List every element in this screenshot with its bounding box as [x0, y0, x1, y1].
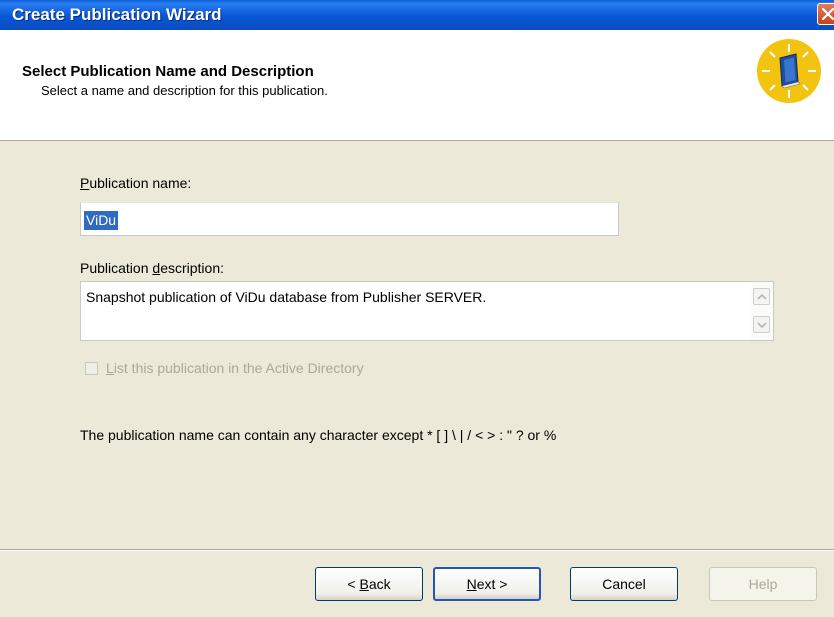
window-title: Create Publication Wizard	[12, 5, 222, 24]
description-scrollbar[interactable]	[751, 282, 773, 340]
footer-divider	[0, 549, 834, 551]
title-bar: Create Publication Wizard	[0, 0, 834, 30]
publication-name-value: ViDu	[84, 211, 119, 230]
chevron-down-icon	[757, 322, 767, 329]
active-directory-label: List this publication in the Active Dire…	[106, 360, 364, 376]
help-button[interactable]: Help	[709, 567, 817, 601]
scroll-up-button[interactable]	[753, 288, 770, 305]
page-subtitle: Select a name and description for this p…	[41, 83, 328, 98]
close-button[interactable]	[817, 3, 834, 25]
publication-description-value: Snapshot publication of ViDu database fr…	[86, 289, 487, 305]
scroll-down-button[interactable]	[753, 316, 770, 333]
name-rules-note: The publication name can contain any cha…	[80, 427, 557, 443]
publication-name-label: Publication name:	[80, 175, 192, 191]
back-button[interactable]: < Back	[315, 567, 423, 601]
active-directory-checkbox[interactable]	[85, 362, 98, 375]
page-title: Select Publication Name and Description	[22, 63, 314, 80]
publication-description-textarea[interactable]: Snapshot publication of ViDu database fr…	[80, 281, 774, 341]
close-icon	[821, 7, 834, 21]
chevron-up-icon	[757, 293, 767, 300]
publication-book-icon	[757, 39, 821, 103]
wizard-header: Select Publication Name and Description …	[0, 30, 834, 141]
publication-description-label: Publication description:	[80, 260, 224, 276]
next-button[interactable]: Next >	[433, 567, 541, 601]
cancel-button[interactable]: Cancel	[570, 567, 678, 601]
publication-name-input[interactable]: ViDu	[80, 202, 619, 236]
